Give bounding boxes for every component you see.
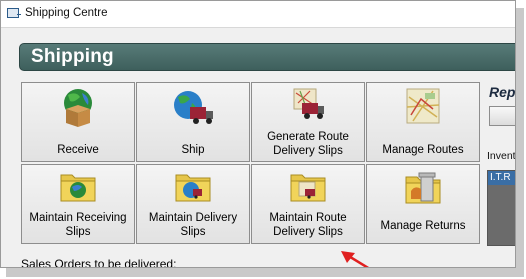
road-map-icon <box>406 88 440 124</box>
folder-globe-truck-icon <box>175 174 211 202</box>
manage-routes-label: Manage Routes <box>382 144 464 156</box>
shipping-header: Shipping <box>19 43 515 71</box>
manage-routes-button[interactable]: Manage Routes <box>366 82 480 162</box>
inventory-list[interactable]: I.T.R <box>487 170 515 246</box>
header-title: Shipping <box>31 46 114 67</box>
ship-button[interactable]: Ship <box>136 82 250 162</box>
folder-trash-icon <box>405 172 441 204</box>
inventory-list-item[interactable]: I.T.R <box>488 171 515 185</box>
title-bar: Shipping Centre <box>1 1 515 28</box>
reports-panel: Repo Invent I.T.R <box>485 82 516 247</box>
maintain-delivery-slips-label: Maintain Delivery Slips <box>148 212 238 238</box>
sales-orders-label: Sales Orders to be delivered: <box>21 257 177 268</box>
maintain-receiving-slips-label: Maintain Receiving Slips <box>29 212 127 238</box>
maintain-receiving-slips-button[interactable]: Maintain Receiving Slips <box>21 164 135 244</box>
app-window-icon <box>7 8 21 18</box>
receive-button[interactable]: Receive <box>21 82 135 162</box>
manage-returns-label: Manage Returns <box>380 220 466 232</box>
reports-button[interactable] <box>489 106 515 126</box>
generate-route-delivery-slips-button[interactable]: Generate Route Delivery Slips <box>251 82 365 162</box>
reports-heading: Repo <box>489 84 516 100</box>
maintain-route-delivery-slips-label: Maintain Route Delivery Slips <box>269 212 347 238</box>
folder-globe-icon <box>60 174 96 202</box>
ship-label: Ship <box>181 144 205 156</box>
annotation-arrow-icon <box>341 251 370 267</box>
maintain-delivery-slips-button[interactable]: Maintain Delivery Slips <box>136 164 250 244</box>
inventory-label: Invent <box>487 150 516 162</box>
maintain-route-delivery-slips-button[interactable]: Maintain Route Delivery Slips <box>251 164 365 244</box>
generate-route-delivery-slips-label: Generate Route Delivery Slips <box>267 131 349 157</box>
folder-map-truck-icon <box>290 174 326 202</box>
receive-label: Receive <box>57 144 99 156</box>
globe-box-icon <box>64 89 92 127</box>
globe-truck-icon <box>174 91 213 124</box>
map-truck-icon <box>293 88 324 119</box>
shipping-centre-window: Shipping Centre Shipping Receive Ship Ge… <box>0 0 516 268</box>
window-title: Shipping Centre <box>25 7 108 19</box>
manage-returns-button[interactable]: Manage Returns <box>366 164 480 244</box>
